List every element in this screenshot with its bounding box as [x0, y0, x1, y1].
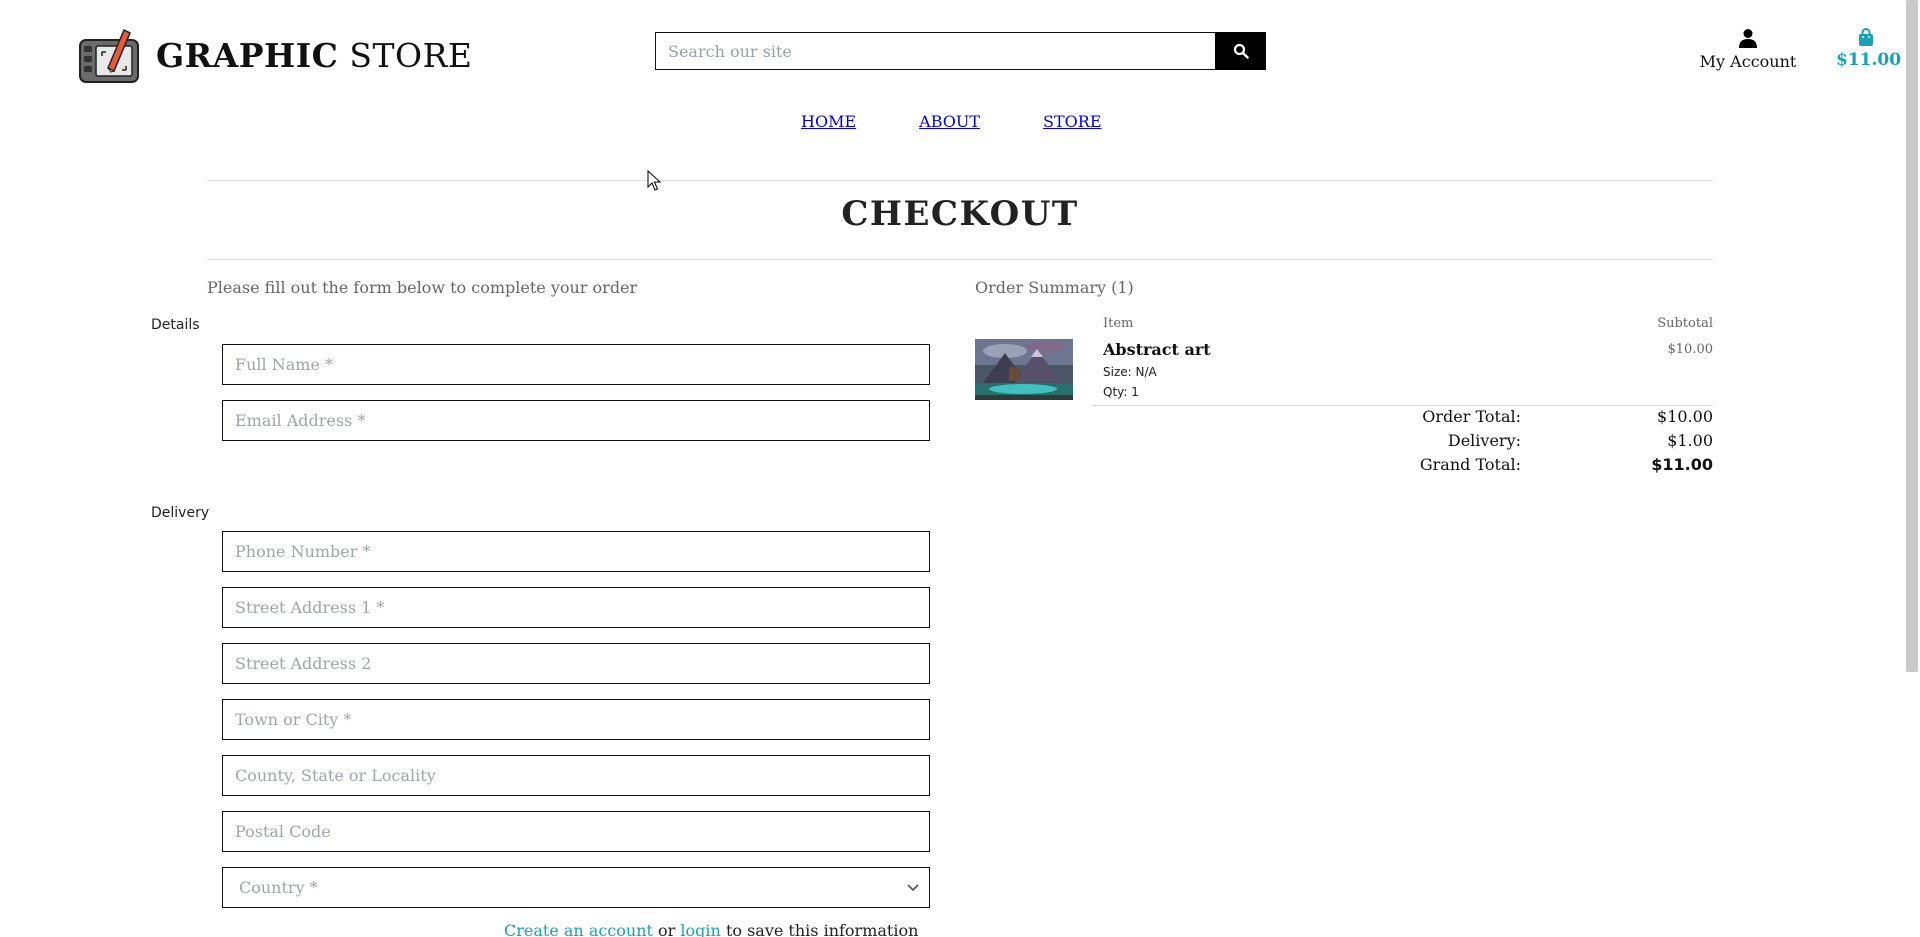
product-image	[975, 339, 1073, 400]
cart-link[interactable]: $11.00	[1836, 28, 1901, 70]
order-total-label: Order Total:	[1422, 407, 1521, 426]
product-size: Size: N/A	[1103, 365, 1157, 379]
divider	[207, 259, 1713, 260]
delivery-section-label: Delivery	[151, 505, 210, 521]
email-field[interactable]	[222, 400, 930, 441]
phone-field[interactable]	[222, 531, 930, 572]
user-icon	[1739, 29, 1757, 48]
grand-total-value: $11.00	[1651, 455, 1713, 474]
brand-name-light: STORE	[349, 35, 473, 75]
subtotal-column-header: Subtotal	[1657, 316, 1713, 331]
item-column-header: Item	[1103, 316, 1134, 331]
create-account-link[interactable]: Create an account	[504, 921, 653, 937]
my-account-label: My Account	[1699, 52, 1797, 71]
delivery-value: $1.00	[1667, 431, 1713, 450]
my-account-link[interactable]: My Account	[1698, 28, 1798, 71]
chevron-down-icon	[907, 883, 919, 891]
page-title: CHECKOUT	[841, 194, 1079, 234]
site-search	[655, 32, 1266, 70]
street-address-1-field[interactable]	[222, 587, 930, 628]
nav-home[interactable]: HOME	[801, 112, 856, 131]
search-button[interactable]	[1215, 32, 1266, 70]
brand-name-bold: GRAPHIC	[156, 35, 339, 75]
drawing-tablet-icon	[79, 28, 139, 83]
divider	[207, 180, 1713, 181]
summary-divider	[1091, 405, 1713, 406]
search-input[interactable]	[655, 32, 1215, 70]
postal-code-field[interactable]	[222, 811, 930, 852]
shopping-bag-icon	[1859, 28, 1873, 46]
nav-about[interactable]: ABOUT	[919, 112, 980, 131]
full-name-field[interactable]	[222, 344, 930, 385]
search-icon	[1233, 43, 1249, 59]
save-info-or: or	[658, 921, 676, 937]
country-select[interactable]: Country *	[222, 867, 930, 908]
delivery-label: Delivery:	[1447, 431, 1521, 450]
brand-logo[interactable]: GRAPHIC STORE	[78, 26, 473, 84]
product-name: Abstract art	[1103, 340, 1211, 359]
order-total-value: $10.00	[1657, 407, 1713, 426]
order-summary-title: Order Summary (1)	[975, 278, 1134, 297]
product-subtotal: $10.00	[1667, 342, 1714, 357]
cart-total: $11.00	[1836, 50, 1902, 70]
product-qty: Qty: 1	[1103, 385, 1139, 399]
login-link[interactable]: login	[680, 921, 720, 937]
form-intro: Please fill out the form below to comple…	[207, 278, 638, 297]
town-city-field[interactable]	[222, 699, 930, 740]
county-field[interactable]	[222, 755, 930, 796]
product-thumbnail[interactable]	[975, 339, 1073, 400]
grand-total-label: Grand Total:	[1419, 455, 1521, 474]
save-info-suffix: to save this information	[725, 921, 919, 937]
main-nav: HOME ABOUT STORE	[801, 112, 1102, 131]
country-select-value: Country *	[239, 878, 318, 897]
street-address-2-field[interactable]	[222, 643, 930, 684]
save-info-text: Create an account or login to save this …	[504, 921, 918, 937]
page-scrollbar[interactable]	[1906, 0, 1918, 672]
nav-store[interactable]: STORE	[1043, 112, 1101, 131]
details-section-label: Details	[151, 317, 200, 333]
mouse-cursor-icon	[647, 170, 661, 191]
